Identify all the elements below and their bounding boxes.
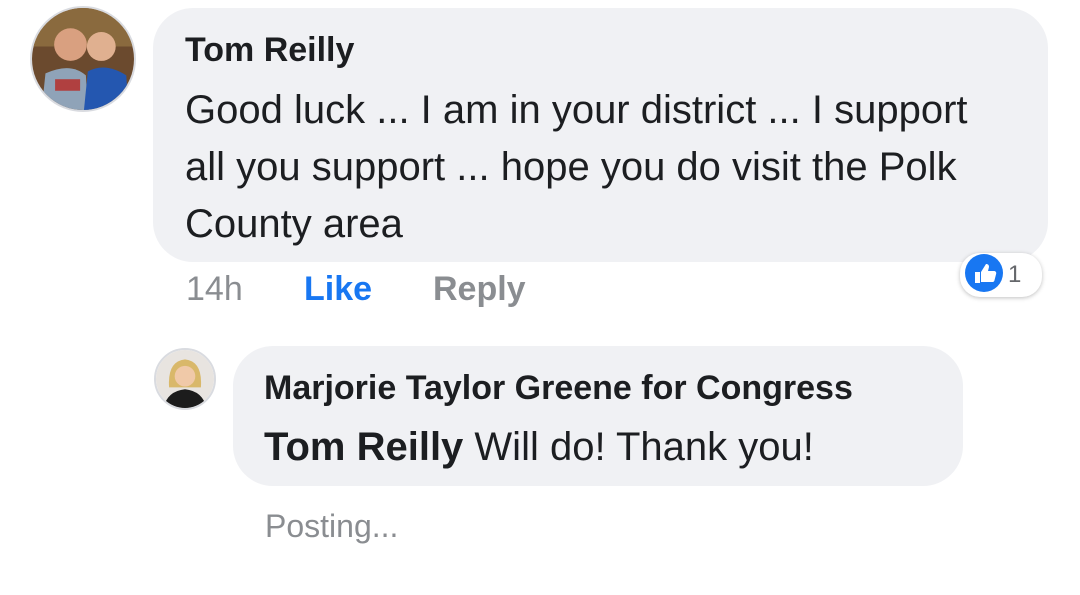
reply-button[interactable]: Reply — [433, 270, 526, 309]
comment-text: Good luck ... I am in your district ... … — [185, 88, 968, 246]
comment-time[interactable]: 14h — [186, 270, 243, 309]
reply-body: Tom Reilly Will do! Thank you! — [264, 422, 933, 472]
posting-status: Posting... — [265, 508, 399, 544]
like-button[interactable]: Like — [304, 270, 372, 309]
reply-mention[interactable]: Tom Reilly — [264, 425, 463, 469]
comment-actions: 14h Like Reply — [0, 270, 1080, 314]
reply-bubble: Marjorie Taylor Greene for Congress Tom … — [233, 346, 963, 486]
reply-text: Will do! Thank you! — [474, 425, 814, 469]
avatar-tom-reilly[interactable] — [30, 6, 136, 112]
avatar-marjorie-taylor-greene[interactable] — [154, 348, 216, 410]
reply-author[interactable]: Marjorie Taylor Greene for Congress — [264, 368, 933, 408]
comment-bubble: Tom Reilly Good luck ... I am in your di… — [153, 8, 1048, 262]
comment-author[interactable]: Tom Reilly — [185, 30, 1014, 70]
